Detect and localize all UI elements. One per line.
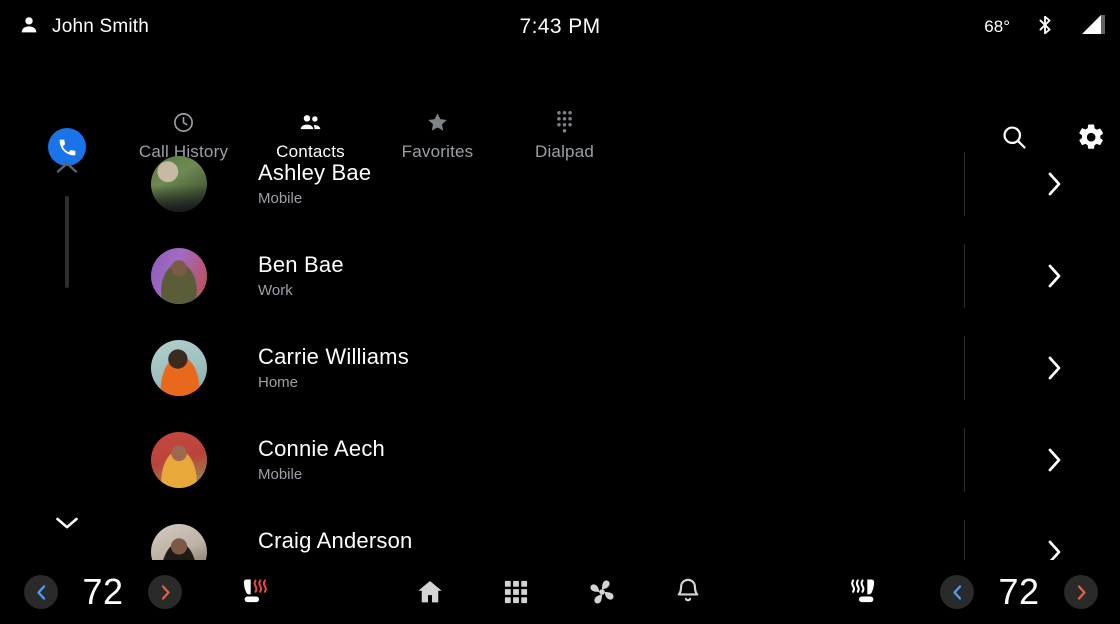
status-indicators: 68° [984,0,1106,54]
chevron-right-icon[interactable] [1046,354,1064,382]
contact-text: Connie Aech Mobile [258,436,1120,484]
contact-row[interactable]: Ben Bae Work [104,230,1120,322]
infotainment-screen: John Smith 7:43 PM 68° Call History Cont… [0,0,1120,624]
bottom-navigation-bar: 72 72 [0,560,1120,624]
passenger-temp-decrease-button[interactable] [940,575,974,609]
apps-grid-icon[interactable] [473,568,559,616]
passenger-climate-control: 72 [940,571,1098,613]
row-divider [964,152,965,216]
driver-temp-increase-button[interactable] [148,575,182,609]
person-icon [18,14,40,41]
people-icon [298,110,323,134]
avatar [151,248,207,304]
user-name: John Smith [52,16,150,37]
clock-icon [172,110,195,134]
outside-temperature: 68° [984,17,1010,36]
chevron-right-icon[interactable] [1046,262,1064,290]
chevron-right-icon[interactable] [1046,170,1064,198]
status-clock-wrap: 7:43 PM [0,0,1120,54]
contact-label: Mobile [258,466,303,484]
row-divider [964,336,965,400]
contact-row[interactable]: Ashley Bae Mobile [104,138,1120,230]
contact-label: Work [258,282,293,300]
passenger-temperature: 72 [998,571,1040,612]
contact-text: Ben Bae Work [258,252,1120,300]
scroll-thumb[interactable] [65,196,69,288]
home-icon[interactable] [387,568,473,616]
heated-seat-icon[interactable] [236,575,278,609]
chevron-right-icon[interactable] [1046,446,1064,474]
driver-temp-decrease-button[interactable] [24,575,58,609]
star-icon [425,110,450,134]
bluetooth-icon [1034,13,1056,42]
passenger-temp-increase-button[interactable] [1064,575,1098,609]
signal-bars-icon [1080,13,1106,42]
contact-label: Home [258,374,299,392]
status-user[interactable]: John Smith [18,14,149,41]
row-divider [964,428,965,492]
contact-name: Ashley Bae [258,159,372,185]
contact-name: Connie Aech [258,435,385,461]
scroll-track[interactable] [65,184,69,506]
fan-climate-icon[interactable] [559,568,645,616]
driver-climate-control: 72 [24,571,182,613]
contact-label: Mobile [258,190,303,208]
contact-name: Carrie Williams [258,343,409,369]
driver-temperature: 72 [82,571,124,612]
contact-text: Carrie Williams Home [258,344,1120,392]
contact-text: Ashley Bae Mobile [258,160,1120,208]
contacts-list[interactable]: Ashley Bae Mobile Ben Bae Work Carrie Wi… [104,138,1120,572]
scroll-up-button[interactable] [56,150,78,184]
contact-row[interactable]: Connie Aech Mobile [104,414,1120,506]
dialpad-icon [553,110,576,134]
status-bar: John Smith 7:43 PM 68° [0,0,1120,54]
avatar [151,156,207,212]
contact-row[interactable]: Carrie Williams Home [104,322,1120,414]
app-tab-bar: Call History Contacts Favorites Dialpad [0,54,1120,166]
scroll-down-button[interactable] [55,506,79,540]
clock: 7:43 PM [519,15,601,38]
row-divider [964,244,965,308]
seat-icon[interactable] [840,575,882,609]
avatar [151,340,207,396]
notification-bell-icon[interactable] [645,568,731,616]
system-shortcut-bar [278,568,840,616]
list-scrollbar[interactable] [48,150,86,540]
contact-name: Craig Anderson [258,527,413,553]
avatar [151,432,207,488]
contact-name: Ben Bae [258,251,344,277]
